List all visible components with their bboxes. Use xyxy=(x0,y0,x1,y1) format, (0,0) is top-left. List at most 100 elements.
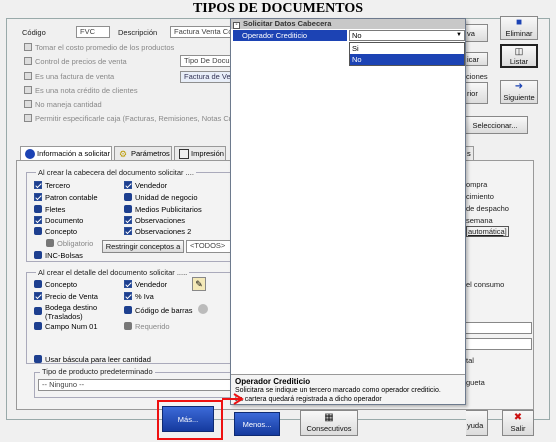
salir-button[interactable]: ✖ Salir xyxy=(502,410,534,436)
listar-button[interactable]: ◫ Listar xyxy=(500,44,538,68)
check-fletes[interactable]: Fletes xyxy=(34,204,65,215)
arrow-right-icon: ➜ xyxy=(514,81,524,92)
edit-icon[interactable]: ✎ xyxy=(192,277,206,291)
checkbox-icon xyxy=(24,100,32,109)
description-line-2: La cartera quedará registrada a dicho op… xyxy=(235,396,382,403)
option-nota-credito[interactable]: Es una nota crédito de clientes xyxy=(24,85,138,96)
checkbox-icon xyxy=(34,193,42,202)
checkbox-icon xyxy=(34,355,42,364)
option-control-precios[interactable]: Control de precios de venta xyxy=(24,56,127,67)
chevron-down-icon[interactable]: ▼ xyxy=(456,31,462,40)
delete-icon: ■ xyxy=(515,17,523,28)
menos-button[interactable]: Menos... xyxy=(234,412,280,436)
check-precio-venta[interactable]: Precio de Venta xyxy=(34,291,98,302)
print-icon: ◫ xyxy=(514,46,524,56)
right-select-2[interactable] xyxy=(464,338,532,350)
property-description: Operador Crediticio Solicitara se indiqu… xyxy=(231,374,465,404)
check-observaciones-2[interactable]: Observaciones 2 xyxy=(124,226,191,237)
checkbox-icon xyxy=(124,280,132,289)
right-select-1[interactable] xyxy=(464,322,532,334)
check-patron-contable[interactable]: Patron contable xyxy=(34,192,98,203)
tab-impresion[interactable]: Impresión xyxy=(174,146,226,160)
modificar-button[interactable]: icar xyxy=(466,52,488,66)
tipo-producto-label: Tipo de producto predeterminado xyxy=(40,367,155,376)
consecutivos-button[interactable]: ▦ Consecutivos xyxy=(300,410,358,436)
check-tercero[interactable]: Tercero xyxy=(34,180,70,191)
option-especificar-caja[interactable]: Permitir especificarle caja (Facturas, R… xyxy=(24,113,230,124)
check-campo-num-01[interactable]: Campo Num 01 xyxy=(34,321,98,332)
tab-informacion[interactable]: Información a solicitar xyxy=(20,146,112,161)
document-icon xyxy=(179,149,189,160)
right-text-semana: semana xyxy=(466,216,493,225)
tipo-producto-select[interactable]: -- Ninguno -- xyxy=(38,379,232,391)
check-detalle-concepto[interactable]: Concepto xyxy=(34,279,77,290)
siguiente-button[interactable]: ➜ Siguiente xyxy=(500,80,538,104)
restringir-conceptos-button[interactable]: Restringir conceptos a xyxy=(102,240,184,253)
checkbox-icon xyxy=(34,322,42,331)
checkbox-icon xyxy=(34,205,42,214)
checkbox-icon xyxy=(24,114,32,123)
checkbox-icon xyxy=(24,86,32,95)
check-vendedor[interactable]: Vendedor xyxy=(124,180,167,191)
checkbox-icon xyxy=(124,216,132,225)
property-row-operador[interactable]: Operador Crediticio No ▼ xyxy=(231,30,467,41)
check-bascula[interactable]: Usar báscula para leer cantidad xyxy=(34,354,151,365)
checkbox-icon xyxy=(24,43,32,52)
option-costo-promedio[interactable]: Tomar el costo promedio de los productos xyxy=(24,42,174,53)
collapse-icon[interactable]: - xyxy=(233,22,240,29)
check-concepto[interactable]: Concepto xyxy=(34,226,77,237)
mas-button[interactable]: Más... xyxy=(162,406,214,432)
check-iva[interactable]: % Iva xyxy=(124,291,154,302)
check-bodega-destino[interactable]: Bodega destino (Traslados) xyxy=(34,303,105,323)
factura-venta-field[interactable]: Factura de Ven xyxy=(180,71,232,83)
ayuda-button[interactable]: yuda xyxy=(466,410,488,436)
check-medios-publicitarios[interactable]: Medios Publicitarios xyxy=(124,204,202,215)
property-value-dropdown[interactable]: No ▼ xyxy=(349,30,465,41)
checkbox-icon xyxy=(34,227,42,236)
cabecera-group-title: Al crear la cabecera del documento solic… xyxy=(36,168,196,177)
option-no-maneja-cantidad[interactable]: No maneja cantidad xyxy=(24,99,102,110)
checkbox-icon xyxy=(34,251,42,260)
automatica-link[interactable]: automática] xyxy=(466,226,509,237)
check-detalle-vendedor[interactable]: Vendedor xyxy=(124,279,167,290)
checkbox-icon xyxy=(24,57,32,66)
conceptos-select[interactable]: <TODOS> xyxy=(186,240,232,253)
option-si[interactable]: Si xyxy=(350,43,464,54)
property-name: Operador Crediticio xyxy=(233,30,347,41)
opciones-label: ciones xyxy=(466,72,488,81)
right-text-despacho: de despacho xyxy=(466,204,509,213)
descripcion-field[interactable]: Factura Venta Con xyxy=(170,26,232,38)
check-documento[interactable]: Documento xyxy=(34,215,83,226)
check-obligatorio[interactable]: Obligatorio xyxy=(46,238,93,249)
checkbox-icon xyxy=(34,292,42,301)
numbers-icon: ▦ xyxy=(324,412,334,423)
eliminar-button[interactable]: ■ Eliminar xyxy=(500,16,538,40)
right-text-vencimiento: cimiento xyxy=(466,192,494,201)
codigo-field[interactable]: FVC xyxy=(76,26,110,38)
check-unidad-negocio[interactable]: Unidad de negocio xyxy=(124,192,198,203)
tipo-documento-field[interactable]: Tipo De Docum xyxy=(180,55,232,67)
checkbox-icon xyxy=(34,307,42,316)
property-popup: - Solicitar Datos Cabecera Operador Credi… xyxy=(230,18,466,405)
option-factura-venta[interactable]: Es una factura de venta xyxy=(24,71,114,82)
popup-header: - Solicitar Datos Cabecera xyxy=(231,19,465,29)
checkbox-icon xyxy=(124,306,132,315)
options-dot-icon[interactable] xyxy=(198,304,208,314)
window-title: TIPOS DE DOCUMENTOS xyxy=(192,1,364,16)
check-inc-bolsas[interactable]: INC-Bolsas xyxy=(34,250,83,261)
checkbox-icon xyxy=(124,227,132,236)
checkbox-icon xyxy=(34,280,42,289)
tab-parametros[interactable]: ⚙ Parámetros xyxy=(114,146,172,160)
descripcion-label: Descripción xyxy=(118,28,158,37)
seleccionar-button[interactable]: Seleccionar... xyxy=(462,116,528,134)
right-text-consumo: el consumo xyxy=(466,280,505,289)
check-observaciones[interactable]: Observaciones xyxy=(124,215,185,226)
anterior-button[interactable]: rior xyxy=(466,82,488,104)
check-requerido[interactable]: Requerido xyxy=(124,321,170,332)
option-no[interactable]: No xyxy=(350,54,464,65)
nueva-button[interactable]: va xyxy=(466,24,488,42)
right-text-gueta: gueta xyxy=(466,378,485,387)
check-codigo-barras[interactable]: Código de barras xyxy=(124,305,193,316)
codigo-label: Código xyxy=(22,28,46,37)
checkbox-icon xyxy=(46,239,54,248)
